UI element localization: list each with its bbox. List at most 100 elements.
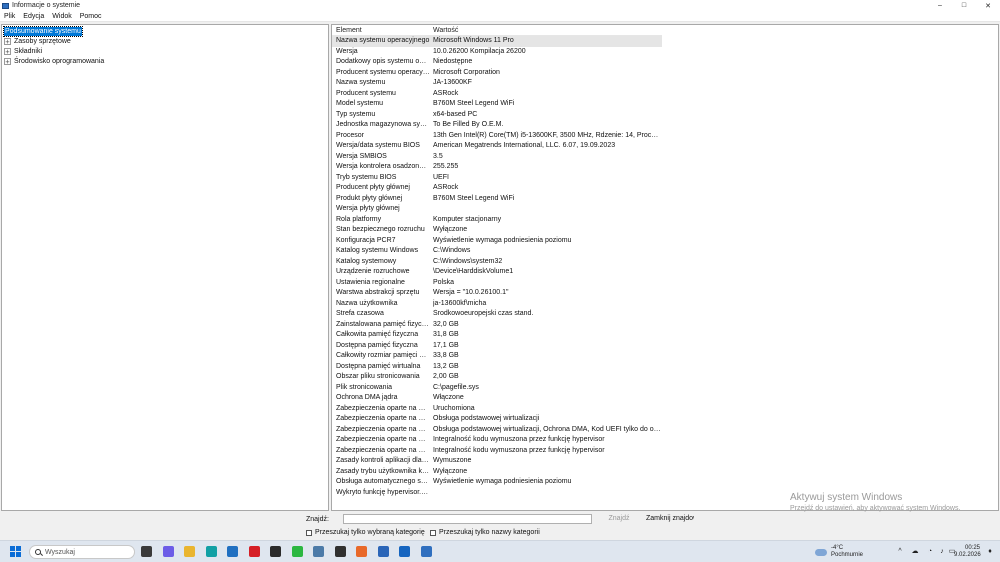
menu-view[interactable]: Widok [48, 11, 75, 22]
table-row[interactable]: Zasady trybu użytkownika kon... Wyłączone [332, 467, 662, 478]
task-view-icon[interactable] [377, 546, 389, 557]
menu-help[interactable]: Pomoc [76, 11, 106, 22]
network-icon[interactable]: ◔ [926, 548, 934, 556]
table-row[interactable]: Wersja kontrolera osadzonego 255.255 [332, 162, 662, 173]
table-row[interactable]: Stan bezpiecznego rozruchu Wyłączone [332, 225, 662, 236]
table-row[interactable]: Nazwa użytkownika ja-13600kf\micha [332, 299, 662, 310]
weather-widget[interactable]: -4°C Pochmurnie [815, 545, 863, 559]
expand-icon[interactable]: + [4, 37, 11, 45]
tree-item-components[interactable]: + Składniki [4, 46, 43, 56]
browser-icon[interactable] [356, 546, 367, 557]
system-clock[interactable]: 00:25 9.02.2026 [954, 545, 981, 559]
table-row[interactable]: Całkowity rozmiar pamięci wir... 33,8 GB [332, 351, 662, 362]
checkbox-icon[interactable] [430, 529, 436, 536]
tree-item-system-summary[interactable]: Podsumowanie systemu [3, 25, 83, 37]
title-bar: Informacje o systemie – □ ✕ [0, 0, 1000, 11]
opera-icon[interactable] [248, 546, 260, 557]
table-row[interactable]: Typ systemu x64-based PC [332, 110, 662, 121]
table-row[interactable]: Zasady kontroli aplikacji dla fi... Wymus… [332, 456, 662, 467]
outlook-icon[interactable] [399, 546, 410, 557]
table-row[interactable]: Wykryto funkcję hypervisor. F... [332, 488, 662, 499]
table-row[interactable]: Procesor 13th Gen Intel(R) Core(TM) i5-13… [332, 131, 662, 142]
table-row[interactable]: Jednostka magazynowa syste... To Be Fille… [332, 120, 662, 131]
chevron-up-icon[interactable]: ^ [896, 548, 904, 556]
table-row[interactable]: Katalog systemu Windows C:\Windows [332, 246, 662, 257]
find-button[interactable]: Znajdź [596, 514, 642, 524]
whatsapp-icon[interactable] [291, 546, 303, 557]
search-selected-category-option[interactable]: Przeszukaj tylko wybraną kategorię [306, 528, 425, 537]
obs-icon[interactable] [334, 546, 346, 557]
start-button[interactable] [10, 546, 21, 557]
tree-item-software-environment[interactable]: + Środowisko oprogramowania [4, 56, 105, 66]
edge-icon[interactable] [205, 546, 217, 557]
table-row[interactable]: Nazwa systemu JA-13600KF [332, 78, 662, 89]
widgets-icon[interactable] [141, 546, 152, 557]
close-button[interactable]: ✕ [976, 0, 1000, 11]
category-tree[interactable]: Podsumowanie systemu + Zasoby sprzętowe … [1, 24, 329, 511]
list-header: Element Wartość [332, 25, 662, 36]
table-row[interactable]: Produkt płyty głównej B760M Steel Legend … [332, 194, 662, 205]
table-row[interactable]: Zabezpieczenia oparte na wirt... Obsługa … [332, 414, 662, 425]
speaker-icon[interactable]: ♪ [938, 548, 946, 556]
table-row[interactable]: Zabezpieczenia oparte na wirt... Integral… [332, 435, 662, 446]
checkbox-label: Przeszukaj tylko wybraną kategorię [315, 529, 425, 536]
row-element: Zabezpieczenia oparte na wirt... [336, 446, 430, 454]
table-row[interactable]: Rola platformy Komputer stacjonarny [332, 215, 662, 226]
table-row[interactable]: Wersja SMBIOS 3.5 [332, 152, 662, 163]
table-row[interactable]: Katalog systemowy C:\Windows\system32 [332, 257, 662, 268]
search-category-names-option[interactable]: Przeszukaj tylko nazwy kategorii [430, 528, 540, 537]
network-tool-icon[interactable] [313, 546, 324, 557]
table-row[interactable]: Dostępna pamięć fizyczna 17,1 GB [332, 341, 662, 352]
table-row[interactable]: Zainstalowana pamięć fizyczna... 32,0 GB [332, 320, 662, 331]
file-explorer-icon[interactable] [184, 546, 195, 557]
table-row[interactable]: Obsługa automatycznego szyf... Wyświetlen… [332, 477, 662, 488]
row-element: Wersja płyty głównej [336, 205, 400, 212]
table-row[interactable]: Warstwa abstrakcji sprzętu Wersja = "10.0… [332, 288, 662, 299]
taskbar-search[interactable]: Wyszukaj [29, 545, 135, 559]
table-row[interactable]: Producent systemu ASRock [332, 89, 662, 100]
table-row[interactable]: Zabezpieczenia oparte na wirt... Integral… [332, 446, 662, 457]
bell-icon[interactable]: ♦ [986, 548, 994, 556]
store-icon[interactable] [227, 546, 238, 557]
table-row[interactable]: Wersja 10.0.26200 Kompilacja 26200 [332, 47, 662, 58]
table-row[interactable]: Nazwa systemu operacyjnego Microsoft Wind… [332, 36, 662, 47]
tree-item-label: Zasoby sprzętowe [14, 37, 71, 45]
table-row[interactable]: Całkowita pamięć fizyczna 31,8 GB [332, 330, 662, 341]
expand-icon[interactable]: + [4, 47, 11, 55]
sysinfo-icon[interactable] [420, 546, 432, 557]
column-header-value[interactable]: Wartość [433, 25, 661, 36]
table-row[interactable]: Dostępna pamięć wirtualna 13,2 GB [332, 362, 662, 373]
maximize-button[interactable]: □ [952, 0, 976, 11]
table-row[interactable]: Konfiguracja PCR7 Wyświetlenie wymaga pod… [332, 236, 662, 247]
row-value: Polska [433, 278, 455, 286]
table-row[interactable]: Ochrona DMA jądra Włączone [332, 393, 662, 404]
minimize-button[interactable]: – [928, 0, 952, 11]
checkbox-icon[interactable] [306, 529, 312, 536]
table-row[interactable]: Wersja/data systemu BIOS American Megatre… [332, 141, 662, 152]
table-row[interactable]: Wersja płyty głównej [332, 204, 662, 215]
cloud-sync-icon[interactable]: ☁ [911, 548, 919, 556]
tree-item-hardware-resources[interactable]: + Zasoby sprzętowe [4, 36, 72, 46]
menu-edit[interactable]: Edycja [19, 11, 48, 22]
expand-icon[interactable]: + [4, 57, 11, 65]
table-row[interactable]: Zabezpieczenia oparte na wirt... Uruchomi… [332, 404, 662, 415]
menu-file[interactable]: Plik [0, 11, 19, 22]
table-row[interactable]: Zabezpieczenia oparte na wirt... Obsługa … [332, 425, 662, 436]
table-row[interactable]: Producent płyty głównej ASRock [332, 183, 662, 194]
table-row[interactable]: Strefa czasowa Środkowoeuropejski czas st… [332, 309, 662, 320]
row-value: Wymuszone [433, 457, 472, 464]
table-row[interactable]: Urządzenie rozruchowe \Device\HarddiskVol… [332, 267, 662, 278]
close-find-button[interactable]: Zamknij znajdowanie [646, 514, 694, 524]
table-row[interactable]: Dodatkowy opis systemu oper... Niedostępn… [332, 57, 662, 68]
find-input[interactable] [343, 514, 592, 524]
table-row[interactable]: Obszar pliku stronicowania 2,00 GB [332, 372, 662, 383]
table-row[interactable]: Ustawienia regionalne Polska [332, 278, 662, 289]
table-row[interactable]: Plik stronicowania C:\pagefile.sys [332, 383, 662, 394]
table-row[interactable]: Producent systemu operacyjn... Microsoft … [332, 68, 662, 79]
table-row[interactable]: Model systemu B760M Steel Legend WiFi [332, 99, 662, 110]
terminal-icon[interactable] [270, 546, 281, 557]
column-header-element[interactable]: Element [336, 25, 430, 36]
details-list[interactable]: Element Wartość Nazwa systemu operacyjne… [331, 24, 999, 511]
copilot-icon[interactable] [162, 546, 174, 557]
table-row[interactable]: Tryb systemu BIOS UEFI [332, 173, 662, 184]
